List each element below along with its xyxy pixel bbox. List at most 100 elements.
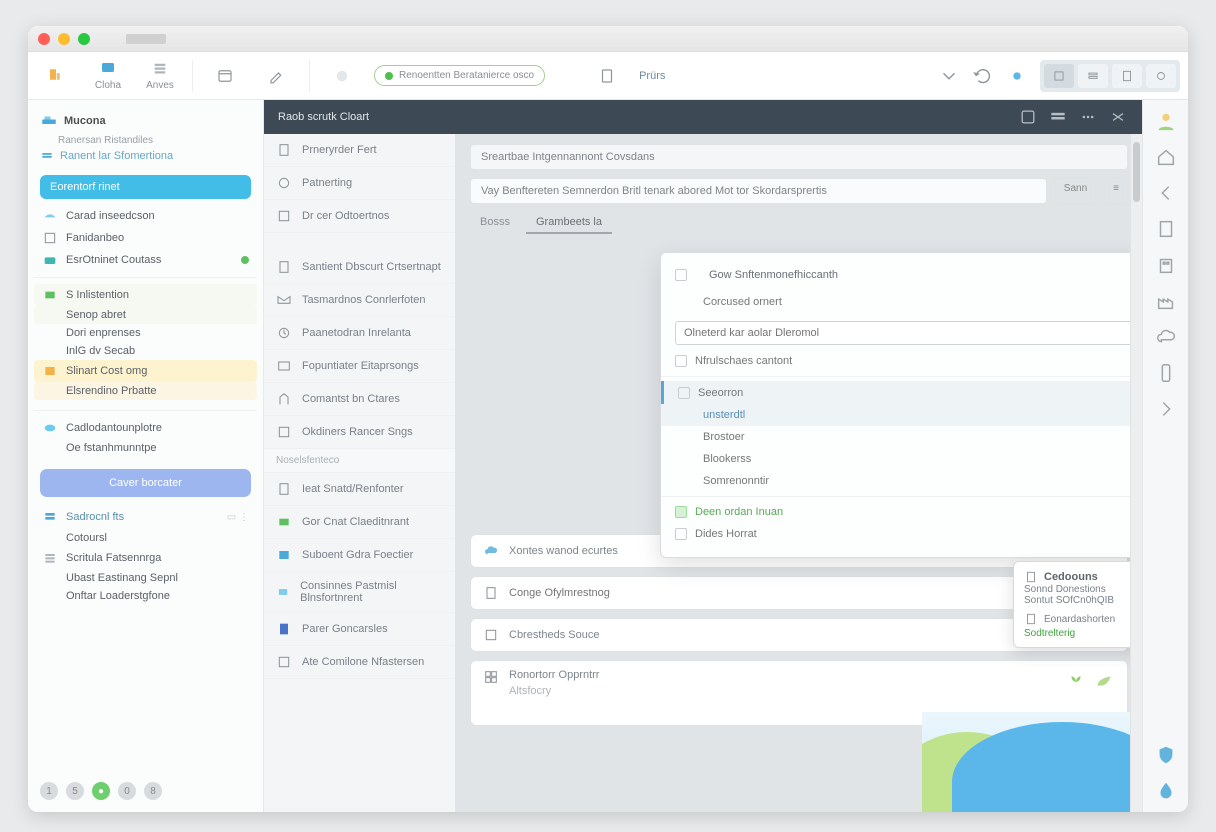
panel-last-row[interactable]: Dides Horrat <box>661 523 1142 545</box>
brand-link[interactable]: Ranent lar Sfomertiona <box>34 147 257 169</box>
toolbar-btn-doc[interactable] <box>587 67 627 85</box>
view-tab-3[interactable] <box>1112 64 1142 88</box>
checkbox[interactable] <box>675 269 687 281</box>
rail-doc-icon[interactable] <box>1155 218 1177 240</box>
nav2-item-5[interactable]: Ate Comilone Nfastersen <box>264 646 455 679</box>
bookmark-3[interactable]: Onftar Loaderstgfone <box>34 587 257 605</box>
titlebar <box>28 26 1188 52</box>
footer-dot-3[interactable]: ● <box>92 782 110 800</box>
rail-drop-icon[interactable] <box>1155 780 1177 802</box>
chevron-down-icon[interactable] <box>938 65 960 87</box>
panel-text-input[interactable] <box>675 321 1142 345</box>
sidebar-item-3[interactable]: S Inlistention <box>34 284 257 306</box>
bookmark-0[interactable]: Cotoursl <box>34 529 257 547</box>
bookmarks-header[interactable]: Sadrocnl fts ▭ ⋮ <box>34 505 257 529</box>
bookmark-2[interactable]: Ubast Eastinang Sepnl <box>34 569 257 587</box>
header-icon-collapse[interactable] <box>1108 107 1128 127</box>
rail-cloud-icon[interactable] <box>1155 326 1177 348</box>
sidebar-item-4[interactable]: Senop abret <box>34 306 257 324</box>
rail-home-icon[interactable] <box>1155 146 1177 168</box>
refresh-icon[interactable] <box>972 65 994 87</box>
view-tab-2[interactable] <box>1078 64 1108 88</box>
view-tab-4[interactable] <box>1146 64 1176 88</box>
sidebar-item-6[interactable]: InlG dv Secab <box>34 342 257 360</box>
header-icon-2[interactable] <box>1048 107 1068 127</box>
content-detail-field[interactable]: Vay Benftereten Semnerdon Britl tenark a… <box>470 178 1047 204</box>
panel-check-row[interactable]: Nfrulschaes cantont <box>661 350 1142 372</box>
nav2-item-1-label: Gor Cnat Claeditnrant <box>302 516 409 528</box>
checkbox-5[interactable] <box>675 528 687 540</box>
card-computer-label: Ronortorr Opprntrr <box>509 669 599 681</box>
header-icon-1[interactable] <box>1018 107 1038 127</box>
rail-left-icon[interactable] <box>1155 182 1177 204</box>
close-window-button[interactable] <box>38 33 50 45</box>
rail-factory-icon[interactable] <box>1155 290 1177 312</box>
nav2-item-2[interactable]: Suboent Gdra Foectier <box>264 539 455 572</box>
panel-select-row[interactable]: Seeorron ▸ <box>661 381 1142 404</box>
sidebar-item-2[interactable]: EsrOtninet Coutass <box>34 249 257 271</box>
rail-right-icon[interactable] <box>1155 398 1177 420</box>
status-pill[interactable]: Renoentten Beratanierce osco <box>374 65 545 86</box>
nav-item-2-label: Dr cer Odtoertnos <box>302 210 389 222</box>
header-icon-more[interactable] <box>1078 107 1098 127</box>
tab-1[interactable]: Bosss <box>470 212 520 234</box>
panel-row-brostoer[interactable]: Brostoer <box>661 426 1142 448</box>
checkbox-4[interactable] <box>675 506 687 518</box>
rail-building-icon[interactable] <box>1155 254 1177 276</box>
nav2-item-1[interactable]: Gor Cnat Claeditnrant <box>264 506 455 539</box>
panel-select-value[interactable]: unsterdtl <box>661 404 1142 426</box>
mini-button-1[interactable]: Sann <box>1055 178 1096 204</box>
primary-action-button[interactable]: Eorentorf rinet <box>40 175 251 199</box>
bookmark-1[interactable]: Scritula Fatsennrga <box>34 547 257 569</box>
view-tab-1[interactable] <box>1044 64 1074 88</box>
panel-link-row[interactable]: Deen ordan Inuan <box>661 501 1142 523</box>
sidebar-item-0[interactable]: Carad inseedcson <box>34 205 257 227</box>
nav2-item-4-label: Parer Goncarsles <box>302 623 388 635</box>
footer-dot-5[interactable]: 8 <box>144 782 162 800</box>
sidebar-item-7[interactable]: Slinart Cost omg <box>34 360 257 382</box>
minimize-window-button[interactable] <box>58 33 70 45</box>
nav-item-6[interactable]: Paanetodran Inrelanta <box>264 317 455 350</box>
scrollbar-thumb[interactable] <box>1133 142 1140 202</box>
toolbar-btn-calendar[interactable] <box>205 67 245 85</box>
nav-item-7[interactable]: Fopuntiater Eitaprsongs <box>264 350 455 383</box>
rail-phone-icon[interactable] <box>1155 362 1177 384</box>
nav-item-0[interactable]: Prneryrder Fert <box>264 134 455 167</box>
search-input[interactable] <box>509 587 1089 599</box>
checkbox-3[interactable] <box>678 387 690 399</box>
nav-item-2[interactable]: Dr cer Odtoertnos <box>264 200 455 233</box>
footer-dot-4[interactable]: 0 <box>118 782 136 800</box>
toolbar-btn-tag[interactable] <box>322 67 362 85</box>
tab-2[interactable]: Grambeets la <box>526 212 612 234</box>
footer-dot-2[interactable]: 5 <box>66 782 84 800</box>
panel-row-somren[interactable]: Somrenonntir <box>661 470 1142 492</box>
rail-avatar-icon[interactable] <box>1155 110 1177 132</box>
content-header-field[interactable]: Sreartbae Intgennannont Covsdans <box>470 144 1128 170</box>
panel-row-blooker[interactable]: Blookerss <box>661 448 1142 470</box>
nav-item-5[interactable]: Tasmardnos Conrlerfoten <box>264 284 455 317</box>
nav2-item-3[interactable]: Consinnes Pastmisl Blnsfortnrent <box>264 572 455 613</box>
toolbar-btn-2[interactable]: Cloha <box>88 60 128 91</box>
nav-item-4[interactable]: Santient Dbscurt Crtsertnapt <box>264 251 455 284</box>
content-scrollbar[interactable] <box>1130 134 1142 812</box>
bookmark-2-label: Ubast Eastinang Sepnl <box>66 572 178 584</box>
checkbox-2[interactable] <box>675 355 687 367</box>
mini-button-2[interactable]: ≡ <box>1104 178 1128 204</box>
secondary-action-button[interactable]: Caver borcater <box>40 469 251 497</box>
rail-shield-icon[interactable] <box>1155 744 1177 766</box>
toolbar-btn-edit[interactable] <box>257 67 297 85</box>
toolbar-btn-1[interactable] <box>36 67 76 85</box>
sidebar-item-5[interactable]: Dori enprenses <box>34 324 257 342</box>
nav2-item-4[interactable]: Parer Goncarsles <box>264 613 455 646</box>
nav-item-8[interactable]: Comantst bn Ctares <box>264 383 455 416</box>
sidebar-item-1[interactable]: Fanidanbeo <box>34 227 257 249</box>
nav2-item-0[interactable]: Ieat Snatd/Renfonter <box>264 473 455 506</box>
footer-dot-1[interactable]: 1 <box>40 782 58 800</box>
sidebar-item-10[interactable]: Oe fstanhmunntpe <box>34 439 257 457</box>
nav-item-1[interactable]: Patnerting <box>264 167 455 200</box>
sidebar-item-9[interactable]: Cadlodantounplotre <box>34 417 257 439</box>
zoom-window-button[interactable] <box>78 33 90 45</box>
toolbar-btn-3[interactable]: Anves <box>140 60 180 91</box>
sidebar-item-8[interactable]: Elsrendino Prbatte <box>34 382 257 400</box>
nav-item-9[interactable]: Okdiners Rancer Sngs <box>264 416 455 449</box>
